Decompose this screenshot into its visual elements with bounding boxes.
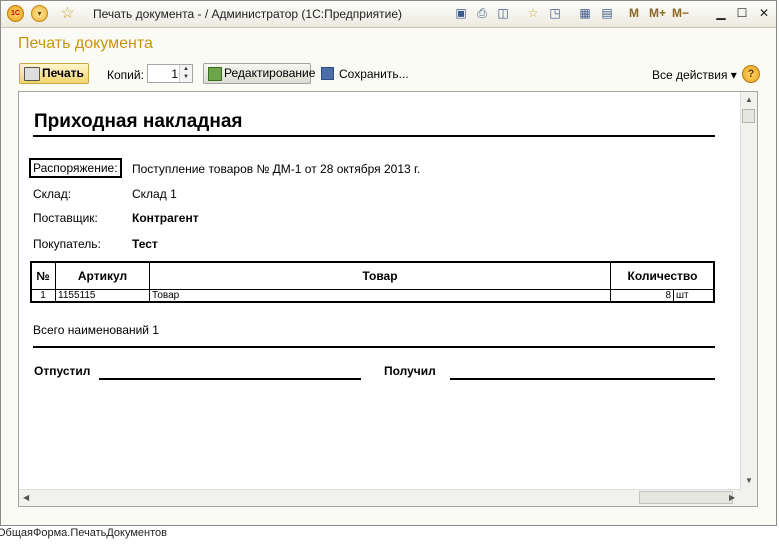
print-button[interactable]: Печать [19,63,89,84]
stepper-arrows-icon[interactable]: ▲ ▼ [179,65,192,82]
history-icon[interactable]: ◳ [547,5,563,21]
horizontal-scrollbar[interactable]: ◀ ▶ [19,489,741,506]
edit-toggle-button[interactable]: Редактирование [203,63,315,84]
row-unit: шт [673,289,715,303]
copies-stepper[interactable]: 1 ▲ ▼ [147,64,193,83]
save-as-button[interactable]: Сохранить... [321,67,409,81]
order-label: Распоряжение: [29,158,122,178]
total-underline [33,346,715,348]
copies-value[interactable]: 1 [171,67,178,81]
save-button-label: Сохранить... [339,67,409,81]
col-quantity-header: Количество [610,261,715,290]
received-label: Получил [384,364,436,378]
1c-logo-icon[interactable]: 1С [7,5,24,22]
status-bar: ОбщаяФорма.ПечатьДокументов [0,527,779,554]
released-signature-line [99,378,361,380]
edit-button-label: Редактирование [224,66,316,80]
minimize-button[interactable]: ▁ [711,4,731,22]
form-title: Печать документа [18,35,153,52]
col-number-header: № [30,261,56,290]
order-value: Поступление товаров № ДМ-1 от 28 октября… [132,162,421,176]
scroll-left-icon[interactable]: ◀ [23,493,29,502]
items-table: № Артикул Товар Количество 1 1155115 Тов… [30,261,715,303]
print-window: 1С ▾ ☆ Печать документа - / Администрато… [0,0,777,526]
vertical-scroll-thumb[interactable] [742,109,755,123]
print-button-label: Печать [42,66,84,80]
selected-cell[interactable]: Распоряжение: [29,158,122,178]
total-items: Всего наименований 1 [33,323,159,337]
toolbar: Печать Копий: 1 ▲ ▼ Редактирование Сохран… [1,61,776,87]
maximize-button[interactable]: ☐ [732,4,752,22]
buyer-value: Тест [132,237,158,251]
scroll-up-icon[interactable]: ▲ [745,95,753,104]
memory-plus-button[interactable]: M+ [649,6,666,20]
received-signature-line [450,378,715,380]
scroll-right-icon[interactable]: ▶ [729,493,735,502]
save-disk-icon [321,67,334,80]
copies-label: Копий: [107,68,144,82]
help-icon[interactable]: ? [742,65,760,83]
title-bar: 1С ▾ ☆ Печать документа - / Администрато… [1,1,776,28]
window-title: Печать документа - / Администратор (1С:П… [93,7,403,21]
col-product-header: Товар [149,261,611,290]
released-label: Отпустил [34,364,91,378]
favorites-star-icon[interactable]: ☆ [59,5,76,22]
row-quantity: 8 [610,289,674,303]
supplier-label: Поставщик: [33,211,98,225]
scroll-down-icon[interactable]: ▼ [745,476,753,485]
warehouse-value: Склад 1 [132,187,177,201]
row-article: 1155115 [55,289,150,303]
vertical-scrollbar[interactable]: ▲ ▼ [740,92,757,490]
table-header-row: № Артикул Товар Количество [30,261,715,290]
printer-icon [24,67,40,81]
memory-minus-button[interactable]: M− [672,6,689,20]
memory-button[interactable]: M [629,6,639,20]
table-row: 1 1155115 Товар 8 шт [30,289,715,303]
scroll-corner [741,490,757,506]
title-underline [33,135,715,137]
col-article-header: Артикул [55,261,150,290]
row-number: 1 [30,289,56,303]
buyer-label: Покупатель: [33,237,101,251]
preview-icon[interactable]: ◫ [495,5,511,21]
add-favorite-icon[interactable]: ☆ [525,5,541,21]
row-product: Товар [149,289,611,303]
supplier-value: Контрагент [132,211,199,225]
all-actions-menu[interactable]: Все действия ▾ [652,68,737,82]
spreadsheet-document[interactable]: Приходная накладная Распоряжение: Поступ… [18,91,758,507]
calculator-icon[interactable]: ▦ [577,5,593,21]
calendar-icon[interactable]: ▤ [599,5,615,21]
save-disk-icon[interactable]: ▣ [453,5,469,21]
document-title: Приходная накладная [34,111,243,132]
main-menu-icon[interactable]: ▾ [31,5,48,22]
warehouse-label: Склад: [33,187,72,201]
horizontal-scroll-thumb[interactable] [639,491,733,504]
close-button[interactable]: ✕ [754,4,774,22]
print-icon[interactable]: ⎙ [474,5,490,21]
edit-icon [208,67,222,81]
status-text: ОбщаяФорма.ПечатьДокументов [0,527,167,539]
